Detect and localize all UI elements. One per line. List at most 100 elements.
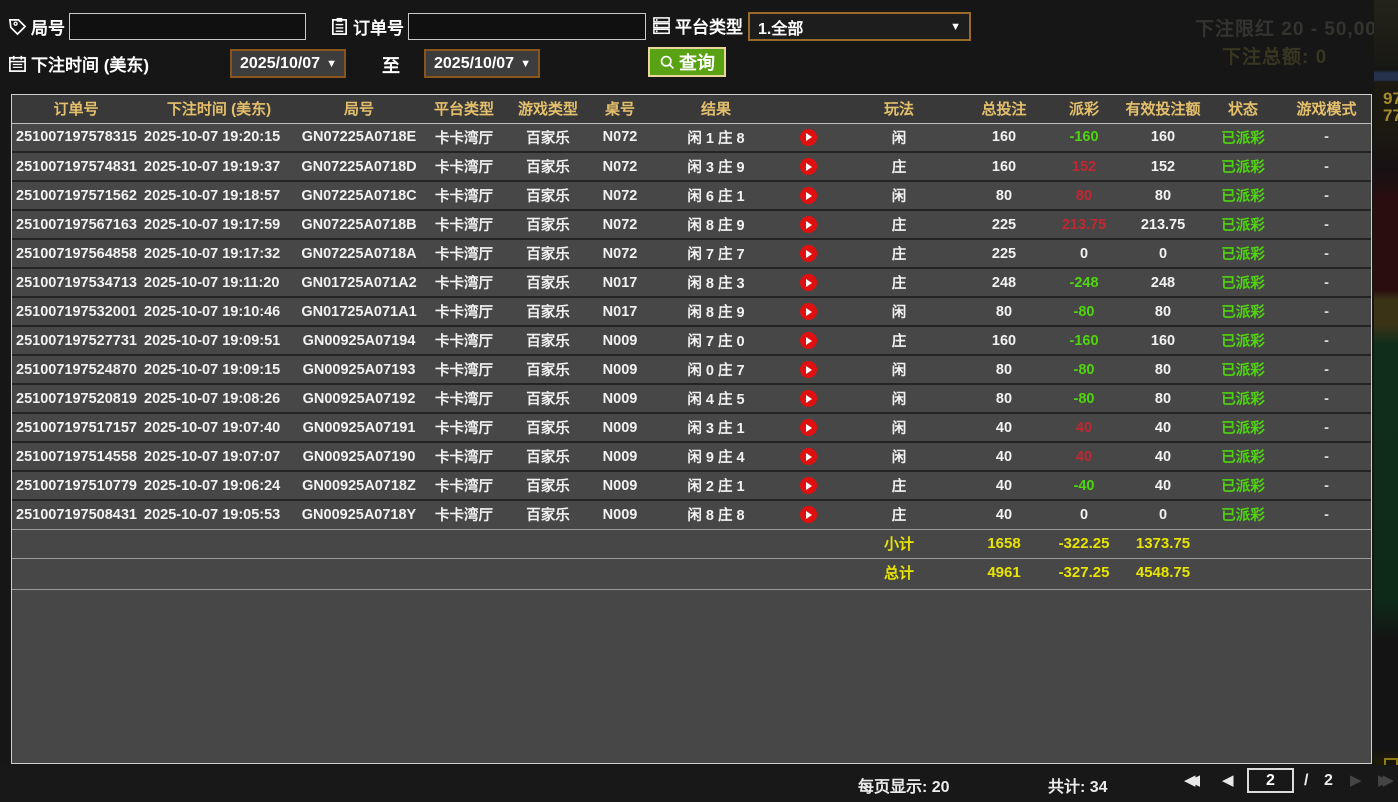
next-page-button[interactable]: ▶ xyxy=(1350,771,1362,789)
subtotal-row-bet: 1658 xyxy=(962,529,1046,558)
platform-type-select[interactable]: 1.全部 ▼ xyxy=(748,12,971,41)
cell-game: 百家乐 xyxy=(508,268,588,297)
cell-game: 百家乐 xyxy=(508,297,588,326)
cell-play: 闲 xyxy=(836,384,962,413)
cell-order: 251007197567163 xyxy=(12,210,140,239)
cell-payout: -80 xyxy=(1046,355,1122,384)
replay-video-button[interactable] xyxy=(800,216,817,233)
replay-video-button[interactable] xyxy=(800,303,817,320)
cell-valid: 213.75 xyxy=(1122,210,1204,239)
cell-payout: 0 xyxy=(1046,239,1122,268)
cell-status: 已派彩 xyxy=(1204,210,1282,239)
cell-game: 百家乐 xyxy=(508,239,588,268)
cell-time: 2025-10-07 19:11:20 xyxy=(140,268,298,297)
cell-table_no: N072 xyxy=(588,152,652,181)
replay-video-button[interactable] xyxy=(800,361,817,378)
cell-order: 251007197574831 xyxy=(12,152,140,181)
table-row: 2510071975277312025-10-07 19:09:51GN0092… xyxy=(12,326,1371,355)
calendar-icon xyxy=(8,54,27,73)
cell-valid: 80 xyxy=(1122,297,1204,326)
cell-bet: 80 xyxy=(962,355,1046,384)
replay-cell xyxy=(780,297,836,326)
cell-round: GN01725A071A1 xyxy=(298,297,420,326)
replay-video-button[interactable] xyxy=(800,245,817,262)
date-from-picker[interactable]: 2025/10/07 ▼ xyxy=(230,49,346,78)
cell-order: 251007197571562 xyxy=(12,181,140,210)
column-header: 总投注 xyxy=(962,95,1046,123)
replay-video-button[interactable] xyxy=(800,158,817,175)
cell-status: 已派彩 xyxy=(1204,471,1282,500)
replay-video-button[interactable] xyxy=(800,448,817,465)
chevron-down-icon: ▼ xyxy=(326,58,337,70)
cell-payout: 213.75 xyxy=(1046,210,1122,239)
replay-video-button[interactable] xyxy=(800,332,817,349)
replay-video-button[interactable] xyxy=(800,477,817,494)
cell-mode: - xyxy=(1282,384,1371,413)
per-page-display: 每页显示: 20 xyxy=(858,773,950,797)
cell-time: 2025-10-07 19:09:51 xyxy=(140,326,298,355)
cell-status: 已派彩 xyxy=(1204,123,1282,152)
table-row: 2510071975107792025-10-07 19:06:24GN0092… xyxy=(12,471,1371,500)
cell-bet: 160 xyxy=(962,123,1046,152)
first-page-button[interactable]: ◀◀ xyxy=(1184,771,1200,789)
cell-play: 庄 xyxy=(836,471,962,500)
cell-payout: -80 xyxy=(1046,384,1122,413)
search-button[interactable]: 查询 xyxy=(648,47,726,77)
cell-game: 百家乐 xyxy=(508,442,588,471)
column-header: 有效投注额 xyxy=(1122,95,1204,123)
cell-table_no: N009 xyxy=(588,355,652,384)
platform-type-label: 平台类型 xyxy=(675,13,743,38)
cell-platform: 卡卡湾厅 xyxy=(420,413,508,442)
last-page-button[interactable]: ▶▶ xyxy=(1378,771,1394,789)
cell-order: 251007197520819 xyxy=(12,384,140,413)
bet-records-table: 订单号下注时间 (美东)局号平台类型游戏类型桌号结果玩法总投注派彩有效投注额状态… xyxy=(12,95,1371,587)
cell-bet: 225 xyxy=(962,210,1046,239)
cell-game: 百家乐 xyxy=(508,326,588,355)
cell-bet: 160 xyxy=(962,152,1046,181)
cell-play: 庄 xyxy=(836,210,962,239)
chevron-down-icon: ▼ xyxy=(520,58,531,70)
replay-video-button[interactable] xyxy=(800,390,817,407)
cell-platform: 卡卡湾厅 xyxy=(420,500,508,529)
cell-game: 百家乐 xyxy=(508,355,588,384)
cell-game: 百家乐 xyxy=(508,471,588,500)
cell-status: 已派彩 xyxy=(1204,268,1282,297)
replay-cell xyxy=(780,471,836,500)
date-from-value: 2025/10/07 xyxy=(240,55,320,73)
replay-video-button[interactable] xyxy=(800,506,817,523)
replay-video-button[interactable] xyxy=(800,187,817,204)
order-number-input[interactable] xyxy=(408,13,646,40)
cell-valid: 152 xyxy=(1122,152,1204,181)
cell-payout: -160 xyxy=(1046,123,1122,152)
cell-bet: 80 xyxy=(962,297,1046,326)
column-header: 游戏模式 xyxy=(1282,95,1371,123)
page-number-input[interactable]: 2 xyxy=(1247,768,1294,793)
cell-platform: 卡卡湾厅 xyxy=(420,268,508,297)
cell-bet: 40 xyxy=(962,442,1046,471)
cell-play: 庄 xyxy=(836,152,962,181)
date-to-picker[interactable]: 2025/10/07 ▼ xyxy=(424,49,540,78)
cell-platform: 卡卡湾厅 xyxy=(420,239,508,268)
replay-video-button[interactable] xyxy=(800,274,817,291)
cell-platform: 卡卡湾厅 xyxy=(420,152,508,181)
cell-result: 闲 0 庄 7 xyxy=(652,355,780,384)
tag-icon xyxy=(8,17,27,36)
total-row-payout: -327.25 xyxy=(1046,558,1122,587)
previous-page-button[interactable]: ◀ xyxy=(1222,771,1234,789)
round-number-input[interactable] xyxy=(69,13,306,40)
column-header xyxy=(780,95,836,123)
date-range-to-label: 至 xyxy=(382,52,400,78)
cell-order: 251007197510779 xyxy=(12,471,140,500)
cell-time: 2025-10-07 19:17:32 xyxy=(140,239,298,268)
cell-order: 251007197514558 xyxy=(12,442,140,471)
cell-game: 百家乐 xyxy=(508,123,588,152)
column-header: 状态 xyxy=(1204,95,1282,123)
cell-round: GN07225A0718B xyxy=(298,210,420,239)
cell-table_no: N072 xyxy=(588,239,652,268)
cell-platform: 卡卡湾厅 xyxy=(420,210,508,239)
subtotal-row: 小计1658-322.251373.75 xyxy=(12,529,1371,558)
replay-video-button[interactable] xyxy=(800,419,817,436)
replay-video-button[interactable] xyxy=(800,129,817,146)
search-button-label: 查询 xyxy=(679,49,715,75)
cell-play: 庄 xyxy=(836,500,962,529)
